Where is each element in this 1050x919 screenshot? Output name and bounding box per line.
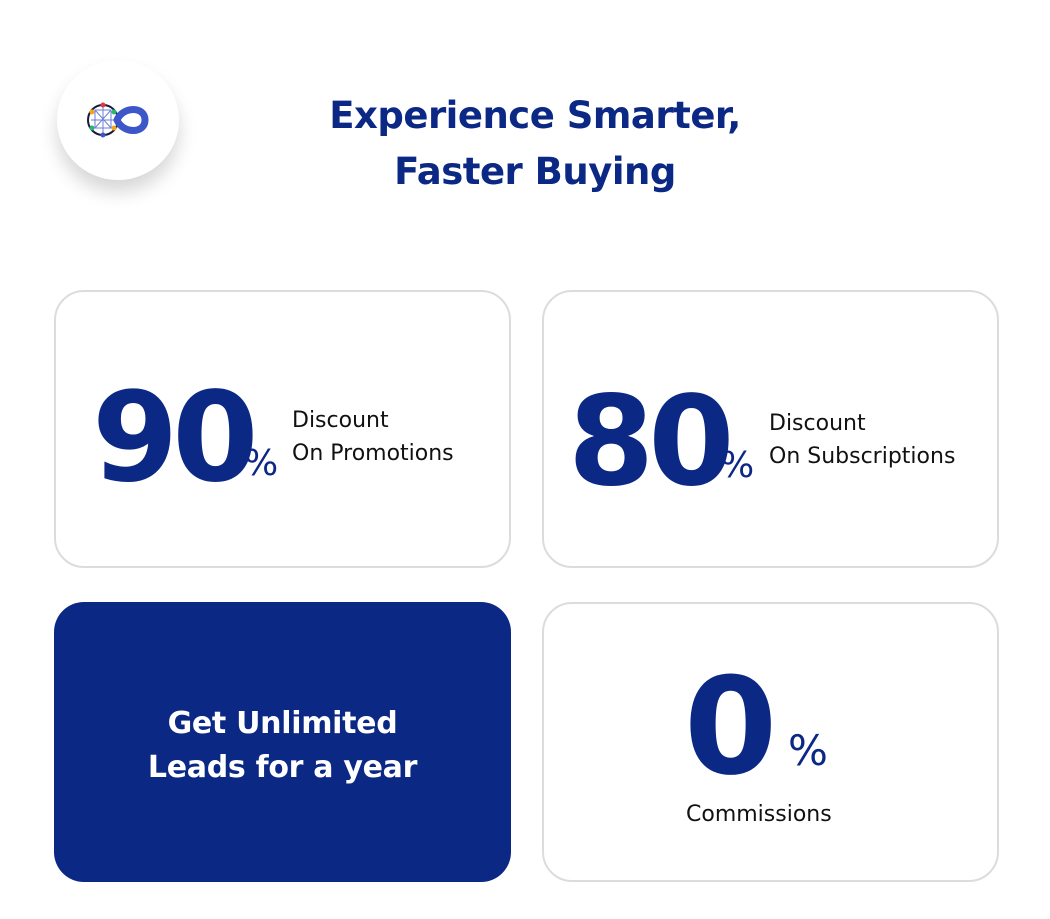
stat-unit: %: [244, 443, 279, 484]
stat-description: Discount On Subscriptions: [769, 407, 955, 473]
stat-description-line-2: On Subscriptions: [769, 444, 956, 469]
logo-badge: [57, 60, 179, 180]
stat-card-commissions: 0 % Commissions: [542, 602, 999, 882]
stat-description-line-2: On Promotions: [292, 441, 454, 466]
stat-card-promotions: 90 % Discount On Promotions: [54, 290, 511, 568]
stat-value: 0: [684, 649, 777, 805]
infinity-network-logo-icon: [87, 102, 149, 138]
stat-description-line-1: Discount: [292, 408, 389, 433]
stat-description-line-1: Discount: [769, 411, 866, 436]
stat-card-subscriptions: 80 % Discount On Subscriptions: [542, 290, 999, 568]
stat-description: Discount On Promotions: [292, 404, 454, 470]
stat-unit: %: [788, 726, 828, 775]
promo-text: Get Unlimited Leads for a year: [54, 702, 511, 790]
page-headline: Experience Smarter, Faster Buying: [260, 88, 810, 200]
stat-description-line-1: Commissions: [686, 802, 832, 827]
promo-card-unlimited-leads: Get Unlimited Leads for a year: [54, 602, 511, 882]
headline-line-1: Experience Smarter,: [329, 94, 741, 137]
stat-unit: %: [720, 445, 755, 486]
promo-line-1: Get Unlimited: [167, 706, 398, 741]
headline-line-2: Faster Buying: [394, 150, 676, 193]
stat-description: Commissions: [686, 798, 832, 831]
promo-line-2: Leads for a year: [147, 750, 418, 785]
stat-value: 80: [568, 370, 735, 514]
stat-value: 90: [92, 366, 259, 510]
